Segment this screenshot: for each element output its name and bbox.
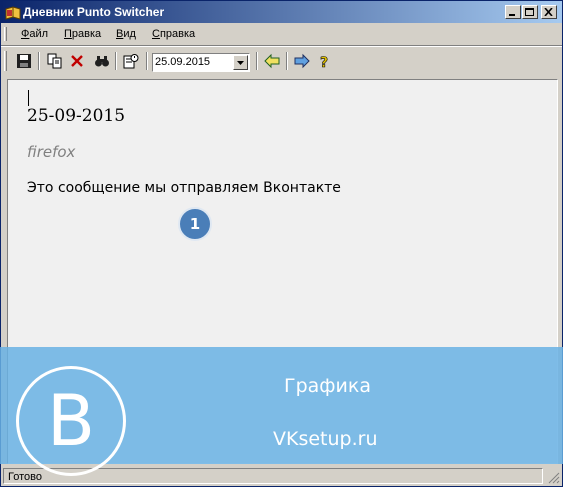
forward-icon bbox=[294, 53, 310, 69]
toolbar-separator bbox=[146, 52, 148, 70]
menu-bar: Файл Правка Вид Справка bbox=[1, 24, 562, 44]
menu-view[interactable]: Вид bbox=[116, 28, 136, 40]
close-button[interactable] bbox=[541, 5, 557, 19]
minimize-button[interactable] bbox=[505, 5, 521, 19]
site-logo: B bbox=[16, 366, 126, 476]
maximize-button[interactable] bbox=[522, 5, 538, 19]
entry-date: 25-09-2015 bbox=[27, 106, 126, 126]
menu-file[interactable]: Файл bbox=[21, 28, 48, 40]
date-dropdown-button[interactable] bbox=[233, 55, 248, 70]
window-title: Дневник Punto Switcher bbox=[23, 5, 165, 19]
chevron-down-icon bbox=[237, 61, 244, 65]
entry-application: firefox bbox=[27, 143, 76, 161]
copy-icon bbox=[47, 53, 62, 69]
menu-grip bbox=[4, 27, 7, 41]
watermark-banner: B Графика VKsetup.ru bbox=[0, 347, 563, 476]
menu-edit[interactable]: Правка bbox=[64, 28, 101, 40]
date-select-value: 25.09.2015 bbox=[155, 56, 211, 68]
save-icon bbox=[17, 54, 31, 68]
help-icon: ? bbox=[320, 55, 329, 69]
back-icon bbox=[264, 53, 280, 69]
svg-text:?: ? bbox=[320, 55, 328, 69]
copy-button[interactable] bbox=[46, 52, 64, 70]
maximize-icon bbox=[525, 8, 534, 16]
find-icon bbox=[95, 56, 109, 67]
title-bar[interactable]: Дневник Punto Switcher bbox=[1, 1, 562, 23]
entry-message: Это сообщение мы отправляем Вконтакте bbox=[27, 180, 341, 196]
back-button[interactable] bbox=[263, 52, 281, 70]
forward-button[interactable] bbox=[293, 52, 311, 70]
banner-site: VKsetup.ru bbox=[273, 428, 378, 450]
calendar-button[interactable] bbox=[122, 52, 140, 70]
date-select[interactable]: 25.09.2015 bbox=[152, 53, 250, 72]
toolbar-grip bbox=[4, 51, 7, 71]
toolbar-separator bbox=[38, 52, 40, 70]
delete-button[interactable] bbox=[68, 52, 86, 70]
find-button[interactable] bbox=[93, 52, 111, 70]
close-icon bbox=[544, 8, 553, 16]
help-button[interactable]: ? bbox=[315, 52, 333, 70]
site-logo-letter: B bbox=[46, 380, 96, 462]
toolbar: ? bbox=[1, 47, 562, 75]
toolbar-separator bbox=[286, 52, 288, 70]
toolbar-separator bbox=[115, 52, 117, 70]
toolbar-separator bbox=[256, 52, 258, 70]
banner-category: Графика bbox=[284, 375, 372, 397]
save-button[interactable] bbox=[15, 52, 33, 70]
menu-help[interactable]: Справка bbox=[152, 28, 195, 40]
diary-book-icon bbox=[5, 5, 21, 20]
minimize-icon bbox=[509, 14, 515, 16]
text-cursor bbox=[28, 90, 29, 106]
annotation-marker: 1 bbox=[178, 207, 212, 241]
calendar-icon bbox=[123, 54, 139, 69]
resize-grip-icon[interactable] bbox=[548, 472, 560, 484]
delete-icon bbox=[71, 55, 83, 67]
